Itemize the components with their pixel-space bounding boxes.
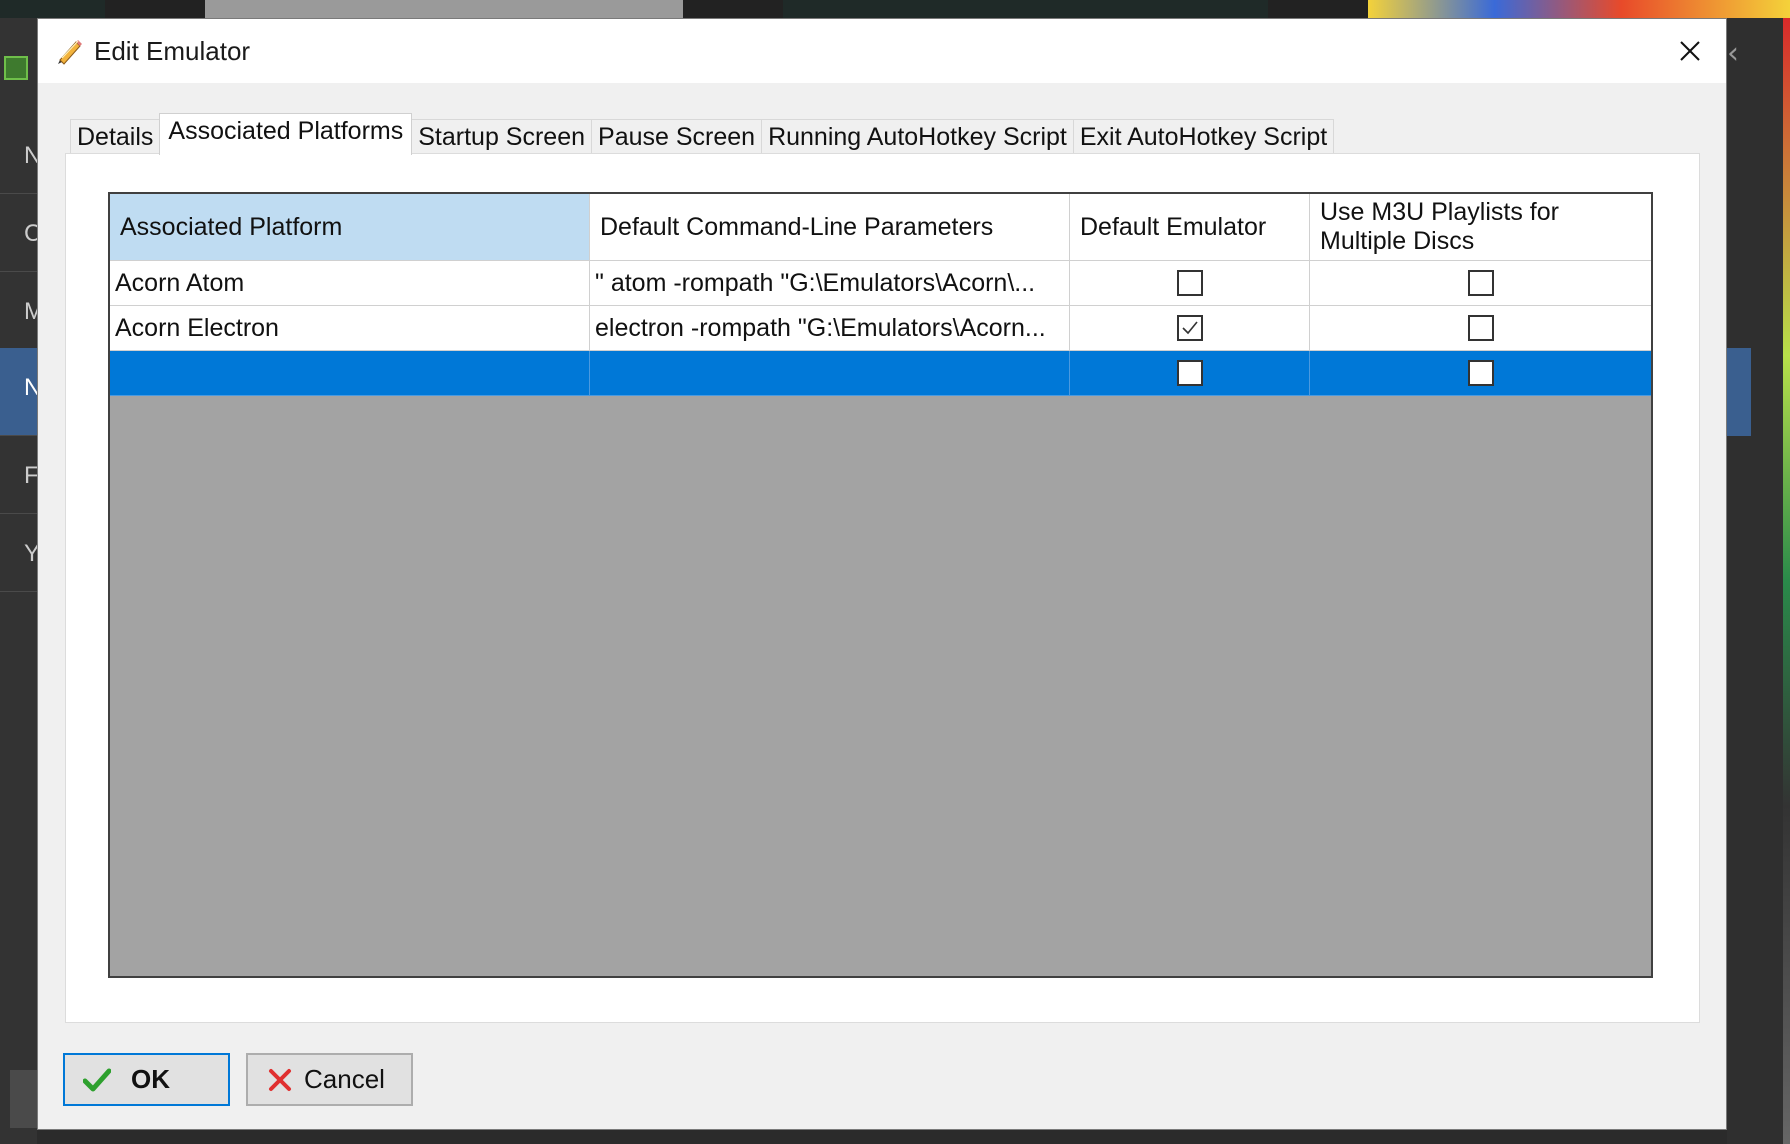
default-emulator-cell [1070, 306, 1310, 351]
params-cell[interactable]: electron -rompath "G:\Emulators\Acorn... [590, 306, 1070, 351]
ok-button[interactable]: OK [63, 1053, 230, 1106]
background-thumbnail [1368, 0, 1790, 18]
background-sidebar-item: Y [0, 514, 40, 592]
platforms-grid[interactable]: Associated Platform Default Command-Line… [108, 192, 1653, 978]
grid-header-row: Associated Platform Default Command-Line… [110, 194, 1651, 261]
params-cell[interactable] [590, 351, 1070, 396]
column-header-use-m3u-playlists[interactable]: Use M3U Playlists for Multiple Discs [1310, 194, 1651, 261]
background-sidebar-item: C [0, 194, 41, 272]
default-emulator-checkbox[interactable] [1176, 270, 1203, 296]
background-top-strip [0, 0, 1790, 18]
background-sidebar: N C M N F Y [0, 18, 44, 1144]
use-m3u-cell [1310, 351, 1651, 396]
use-m3u-cell [1310, 306, 1651, 351]
table-row[interactable]: Acorn Electron electron -rompath "G:\Emul… [110, 306, 1651, 351]
table-row[interactable] [110, 351, 1651, 396]
background-close-icon: ‹ [1727, 36, 1739, 71]
close-button[interactable] [1668, 29, 1712, 73]
tab-exit-autohotkey-script[interactable]: Exit AutoHotkey Script [1072, 119, 1335, 155]
app-chip-icon [4, 56, 28, 80]
params-cell[interactable]: " atom -rompath "G:\Emulators\Acorn\... [590, 261, 1070, 306]
cancel-button-label: Cancel [304, 1064, 385, 1094]
tab-pause-screen[interactable]: Pause Screen [591, 119, 763, 155]
dialog-title: Edit Emulator [94, 35, 251, 66]
column-header-default-emulator[interactable]: Default Emulator [1070, 194, 1310, 261]
default-emulator-checkbox[interactable] [1176, 360, 1203, 386]
background-sidebar-item: N [0, 116, 41, 194]
default-emulator-cell [1070, 261, 1310, 306]
background-sidebar-item: M [0, 272, 44, 350]
tab-associated-platforms[interactable]: Associated Platforms [159, 113, 413, 155]
background-thumbnail [1268, 0, 1368, 18]
red-x-icon [269, 1068, 291, 1091]
background-thumbnail [105, 0, 205, 18]
column-header-associated-platform[interactable]: Associated Platform [110, 194, 590, 261]
background-button [10, 1070, 40, 1128]
background-sidebar-item: N [0, 348, 41, 436]
cancel-button[interactable]: Cancel [246, 1053, 413, 1106]
background-selection [1727, 348, 1751, 436]
associated-platforms-panel: Associated Platform Default Command-Line… [65, 153, 1700, 1023]
checkmark-icon [83, 1068, 111, 1091]
use-m3u-checkbox[interactable] [1467, 315, 1494, 341]
pencil-icon [58, 40, 82, 65]
background-thumbnail [683, 0, 783, 18]
use-m3u-cell [1310, 261, 1651, 306]
platform-cell[interactable] [110, 351, 590, 396]
default-emulator-checkbox[interactable] [1176, 315, 1203, 341]
title-bar[interactable]: Edit Emulator [38, 19, 1726, 83]
default-emulator-cell [1070, 351, 1310, 396]
background-right-panel: ‹ [1727, 18, 1790, 1144]
background-sidebar-item: F [0, 436, 39, 514]
table-row[interactable]: Acorn Atom " atom -rompath "G:\Emulators\… [110, 261, 1651, 306]
platform-cell[interactable]: Acorn Atom [110, 261, 590, 306]
tab-startup-screen[interactable]: Startup Screen [411, 119, 593, 155]
background-thumbnail [205, 0, 683, 18]
use-m3u-checkbox[interactable] [1467, 360, 1494, 386]
tab-running-autohotkey-script[interactable]: Running AutoHotkey Script [761, 119, 1074, 155]
close-icon [1680, 41, 1700, 61]
background-artwork [1783, 18, 1790, 1144]
edit-emulator-dialog: Edit Emulator Details Associated Platfor… [37, 18, 1727, 1130]
platform-cell[interactable]: Acorn Electron [110, 306, 590, 351]
tab-details[interactable]: Details [70, 119, 161, 155]
ok-button-label: OK [131, 1064, 170, 1094]
tab-strip: Details Associated Platforms Startup Scr… [70, 113, 1335, 155]
use-m3u-checkbox[interactable] [1467, 270, 1494, 296]
column-header-command-line-parameters[interactable]: Default Command-Line Parameters [590, 194, 1070, 261]
